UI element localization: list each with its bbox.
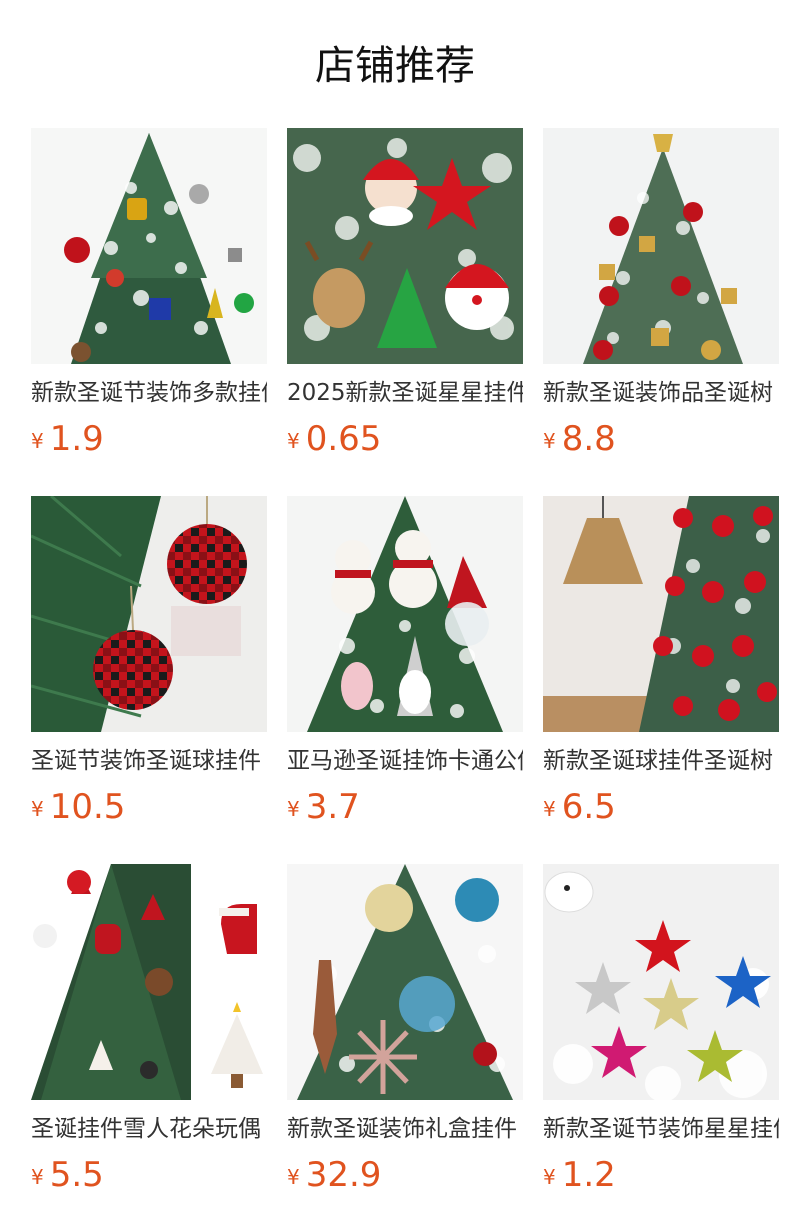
product-name[interactable]: 2025新款圣诞星星挂件: [287, 376, 523, 410]
product-price: ¥3.7: [287, 784, 360, 830]
product-card[interactable]: 2025新款圣诞星星挂件 ¥0.65: [287, 128, 523, 459]
currency-symbol: ¥: [31, 429, 44, 453]
product-name[interactable]: 圣诞节装饰圣诞球挂件: [31, 744, 267, 778]
plaid-christmas-balls-icon[interactable]: [31, 496, 267, 732]
product-card[interactable]: 新款圣诞装饰礼盒挂件 ¥32.9: [287, 864, 523, 1195]
price-value: 10.5: [49, 787, 126, 827]
product-name[interactable]: 新款圣诞节装饰星星挂件: [543, 1112, 779, 1146]
product-price: ¥1.2: [543, 1152, 616, 1198]
currency-symbol: ¥: [287, 429, 300, 453]
section-title: 店铺推荐: [315, 43, 475, 89]
currency-symbol: ¥: [543, 797, 556, 821]
product-card[interactable]: 新款圣诞装饰品圣诞树 ¥8.8: [543, 128, 779, 459]
christmas-tree-ornaments-icon[interactable]: [31, 128, 267, 364]
product-name[interactable]: 新款圣诞球挂件圣诞树: [543, 744, 779, 778]
glitter-star-ornaments-icon[interactable]: [543, 864, 779, 1100]
currency-symbol: ¥: [287, 1165, 300, 1189]
product-name[interactable]: 亚马逊圣诞挂饰卡通公仔: [287, 744, 523, 778]
product-price: ¥5.5: [31, 1152, 104, 1198]
product-price: ¥10.5: [31, 784, 125, 830]
price-value: 3.7: [305, 787, 360, 827]
product-card[interactable]: 新款圣诞节装饰多款挂件 ¥1.9: [31, 128, 267, 459]
product-name[interactable]: 新款圣诞装饰品圣诞树: [543, 376, 779, 410]
currency-symbol: ¥: [287, 797, 300, 821]
product-card[interactable]: 圣诞挂件雪人花朵玩偶 ¥5.5: [31, 864, 267, 1195]
glass-ball-snowflake-ornaments-icon[interactable]: [287, 864, 523, 1100]
product-name[interactable]: 新款圣诞节装饰多款挂件: [31, 376, 267, 410]
felt-mitten-tree-ornaments-icon[interactable]: [31, 864, 267, 1100]
price-value: 0.65: [305, 419, 382, 459]
price-value: 32.9: [305, 1155, 382, 1195]
product-name[interactable]: 圣诞挂件雪人花朵玩偶: [31, 1112, 267, 1146]
santa-reindeer-ornaments-icon[interactable]: [287, 128, 523, 364]
price-value: 6.5: [561, 787, 616, 827]
product-name[interactable]: 新款圣诞装饰礼盒挂件: [287, 1112, 523, 1146]
price-value: 8.8: [561, 419, 616, 459]
product-card[interactable]: 圣诞节装饰圣诞球挂件 ¥10.5: [31, 496, 267, 827]
product-card[interactable]: 亚马逊圣诞挂饰卡通公仔 ¥3.7: [287, 496, 523, 827]
product-price: ¥1.9: [31, 416, 104, 462]
decorated-christmas-tree-icon[interactable]: [543, 128, 779, 364]
product-card[interactable]: 新款圣诞球挂件圣诞树 ¥6.5: [543, 496, 779, 827]
snowman-doll-ornaments-icon[interactable]: [287, 496, 523, 732]
currency-symbol: ¥: [543, 429, 556, 453]
product-card[interactable]: 新款圣诞节装饰星星挂件 ¥1.2: [543, 864, 779, 1195]
currency-symbol: ¥: [31, 797, 44, 821]
price-value: 1.2: [561, 1155, 616, 1195]
product-price: ¥6.5: [543, 784, 616, 830]
price-value: 5.5: [49, 1155, 104, 1195]
product-price: ¥32.9: [287, 1152, 381, 1198]
price-value: 1.9: [49, 419, 104, 459]
currency-symbol: ¥: [31, 1165, 44, 1189]
currency-symbol: ¥: [543, 1165, 556, 1189]
product-price: ¥0.65: [287, 416, 381, 462]
product-price: ¥8.8: [543, 416, 616, 462]
red-ball-tree-lamp-icon[interactable]: [543, 496, 779, 732]
